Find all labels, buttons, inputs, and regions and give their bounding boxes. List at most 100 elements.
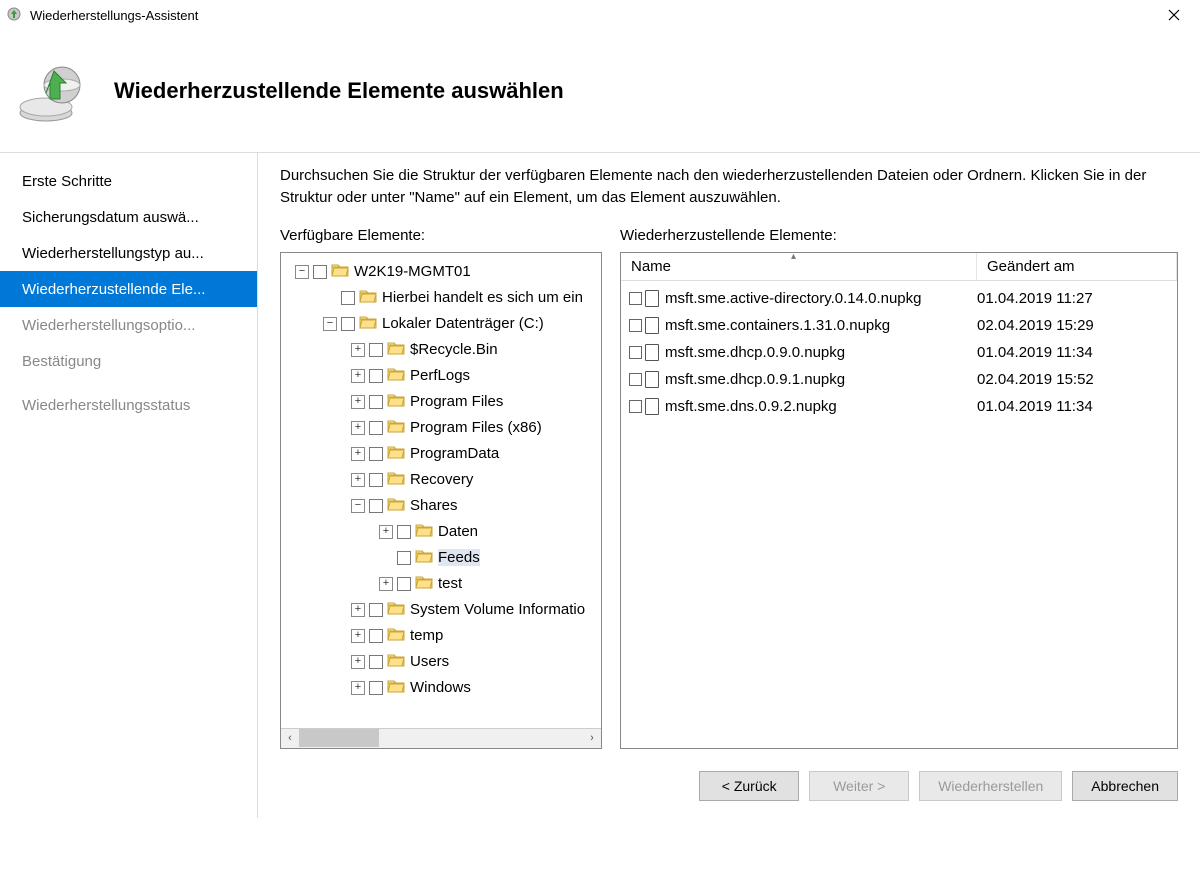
folder-icon bbox=[387, 626, 410, 645]
tree-node[interactable]: + $Recycle.Bin bbox=[281, 337, 601, 363]
tree-node[interactable]: + Recovery bbox=[281, 467, 601, 493]
tree-node-label[interactable]: Hierbei handelt es sich um ein bbox=[382, 289, 583, 306]
tree-checkbox[interactable] bbox=[369, 655, 383, 669]
close-button[interactable] bbox=[1152, 1, 1196, 29]
tree-toggle-icon[interactable]: + bbox=[351, 473, 365, 487]
tree-checkbox[interactable] bbox=[369, 629, 383, 643]
tree-node[interactable]: + Users bbox=[281, 649, 601, 675]
tree-node-label[interactable]: Shares bbox=[410, 497, 458, 514]
tree-toggle-icon[interactable]: + bbox=[351, 369, 365, 383]
tree-toggle-icon[interactable]: − bbox=[351, 499, 365, 513]
tree-node[interactable]: − Lokaler Datenträger (C:) bbox=[281, 311, 601, 337]
tree-toggle-icon[interactable]: + bbox=[351, 681, 365, 695]
tree-checkbox[interactable] bbox=[341, 317, 355, 331]
tree-node[interactable]: Feeds bbox=[281, 545, 601, 571]
tree-node-label[interactable]: Windows bbox=[410, 679, 471, 696]
column-header-name[interactable]: Name bbox=[621, 253, 977, 280]
tree-toggle-icon[interactable]: + bbox=[351, 395, 365, 409]
tree-node[interactable]: + temp bbox=[281, 623, 601, 649]
tree-toggle-icon[interactable]: + bbox=[351, 343, 365, 357]
restore-items-label: Wiederherzustellende Elemente: bbox=[620, 227, 1178, 244]
tree-node[interactable]: − W2K19-MGMT01 bbox=[281, 259, 601, 285]
tree-checkbox[interactable] bbox=[369, 395, 383, 409]
tree-node[interactable]: + Windows bbox=[281, 675, 601, 701]
tree-toggle-icon[interactable]: + bbox=[351, 629, 365, 643]
tree-checkbox[interactable] bbox=[369, 603, 383, 617]
tree-checkbox[interactable] bbox=[369, 447, 383, 461]
tree-node[interactable]: + Program Files (x86) bbox=[281, 415, 601, 441]
tree-checkbox[interactable] bbox=[369, 499, 383, 513]
tree-node-label[interactable]: System Volume Informatio bbox=[410, 601, 585, 618]
tree-node-label[interactable]: Program Files bbox=[410, 393, 503, 410]
tree-node[interactable]: + PerfLogs bbox=[281, 363, 601, 389]
list-item[interactable]: msft.sme.dhcp.0.9.0.nupkg01.04.2019 11:3… bbox=[621, 339, 1177, 366]
tree-checkbox[interactable] bbox=[369, 473, 383, 487]
file-checkbox[interactable] bbox=[629, 346, 642, 359]
tree-node-label[interactable]: Program Files (x86) bbox=[410, 419, 542, 436]
file-modified: 01.04.2019 11:27 bbox=[977, 290, 1177, 307]
restore-items-list[interactable]: ▴ Name Geändert am msft.sme.active-direc… bbox=[620, 252, 1178, 749]
tree-toggle-icon[interactable]: − bbox=[295, 265, 309, 279]
scroll-right-icon[interactable]: › bbox=[583, 729, 601, 747]
tree-node[interactable]: + ProgramData bbox=[281, 441, 601, 467]
tree-node[interactable]: + Program Files bbox=[281, 389, 601, 415]
step-wiederherstellungstyp[interactable]: Wiederherstellungstyp au... bbox=[0, 235, 257, 271]
tree-node-label[interactable]: Lokaler Datenträger (C:) bbox=[382, 315, 544, 332]
list-item[interactable]: msft.sme.dns.0.9.2.nupkg01.04.2019 11:34 bbox=[621, 393, 1177, 420]
scroll-thumb[interactable] bbox=[299, 729, 379, 747]
tree-node-label[interactable]: Users bbox=[410, 653, 449, 670]
tree-toggle-icon[interactable]: + bbox=[351, 603, 365, 617]
next-button: Weiter > bbox=[809, 771, 909, 801]
tree-checkbox[interactable] bbox=[313, 265, 327, 279]
tree-node-label[interactable]: PerfLogs bbox=[410, 367, 470, 384]
folder-icon bbox=[387, 444, 410, 463]
file-checkbox[interactable] bbox=[629, 400, 642, 413]
tree-node-label[interactable]: ProgramData bbox=[410, 445, 499, 462]
tree-node-label[interactable]: Feeds bbox=[438, 549, 480, 566]
tree-checkbox[interactable] bbox=[369, 421, 383, 435]
file-checkbox[interactable] bbox=[629, 373, 642, 386]
tree-node-label[interactable]: W2K19-MGMT01 bbox=[354, 263, 471, 280]
tree-checkbox[interactable] bbox=[369, 369, 383, 383]
tree-checkbox[interactable] bbox=[369, 343, 383, 357]
tree-node-label[interactable]: Recovery bbox=[410, 471, 473, 488]
scroll-left-icon[interactable]: ‹ bbox=[281, 729, 299, 747]
tree-checkbox[interactable] bbox=[397, 577, 411, 591]
tree-toggle-icon[interactable]: − bbox=[323, 317, 337, 331]
list-item[interactable]: msft.sme.dhcp.0.9.1.nupkg02.04.2019 15:5… bbox=[621, 366, 1177, 393]
cancel-button[interactable]: Abbrechen bbox=[1072, 771, 1178, 801]
tree-toggle-icon[interactable]: + bbox=[351, 655, 365, 669]
tree-node[interactable]: + Daten bbox=[281, 519, 601, 545]
tree-toggle-icon[interactable]: + bbox=[379, 525, 393, 539]
available-items-tree[interactable]: − W2K19-MGMT01 Hierbei handelt es sich um … bbox=[280, 252, 602, 749]
tree-toggle-icon[interactable]: + bbox=[351, 421, 365, 435]
tree-node-label[interactable]: $Recycle.Bin bbox=[410, 341, 498, 358]
tree-checkbox[interactable] bbox=[397, 525, 411, 539]
tree-toggle-icon[interactable]: + bbox=[379, 577, 393, 591]
step-erste-schritte[interactable]: Erste Schritte bbox=[0, 163, 257, 199]
tree-checkbox[interactable] bbox=[341, 291, 355, 305]
list-item[interactable]: msft.sme.containers.1.31.0.nupkg02.04.20… bbox=[621, 312, 1177, 339]
instructions-text: Durchsuchen Sie die Struktur der verfügb… bbox=[280, 165, 1178, 209]
tree-node-label[interactable]: test bbox=[438, 575, 462, 592]
tree-horizontal-scrollbar[interactable]: ‹ › bbox=[281, 728, 601, 748]
tree-toggle-icon[interactable]: + bbox=[351, 447, 365, 461]
tree-node-label[interactable]: Daten bbox=[438, 523, 478, 540]
list-item[interactable]: msft.sme.active-directory.0.14.0.nupkg01… bbox=[621, 285, 1177, 312]
folder-icon bbox=[387, 470, 410, 489]
back-button[interactable]: < Zurück bbox=[699, 771, 799, 801]
tree-node-label[interactable]: temp bbox=[410, 627, 443, 644]
folder-icon bbox=[387, 600, 410, 619]
tree-node[interactable]: Hierbei handelt es sich um ein bbox=[281, 285, 601, 311]
tree-node[interactable]: − Shares bbox=[281, 493, 601, 519]
file-checkbox[interactable] bbox=[629, 319, 642, 332]
column-header-modified[interactable]: Geändert am bbox=[977, 253, 1177, 280]
tree-checkbox[interactable] bbox=[397, 551, 411, 565]
file-modified: 02.04.2019 15:29 bbox=[977, 317, 1177, 334]
tree-checkbox[interactable] bbox=[369, 681, 383, 695]
file-checkbox[interactable] bbox=[629, 292, 642, 305]
step-wiederherzustellende-elemente[interactable]: Wiederherzustellende Ele... bbox=[0, 271, 257, 307]
tree-node[interactable]: + System Volume Informatio bbox=[281, 597, 601, 623]
tree-node[interactable]: + test bbox=[281, 571, 601, 597]
step-sicherungsdatum[interactable]: Sicherungsdatum auswä... bbox=[0, 199, 257, 235]
